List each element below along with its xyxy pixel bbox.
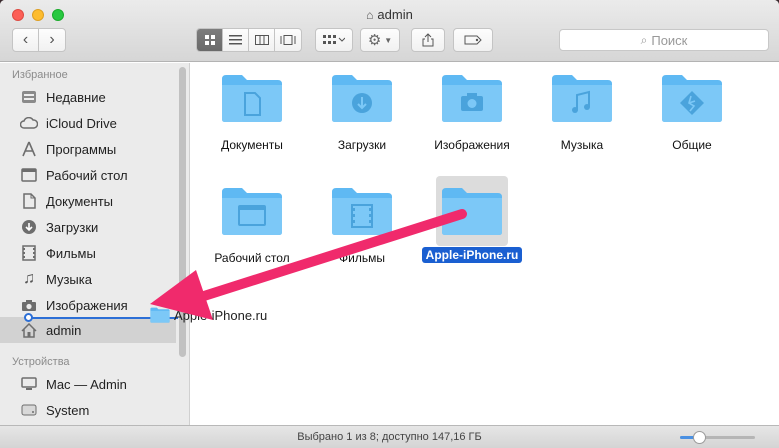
- status-text: Выбрано 1 из 8; доступно 147,16 ГБ: [297, 431, 482, 443]
- folder-label: Общие: [672, 138, 712, 152]
- documents-icon: [20, 192, 38, 210]
- folder-movies[interactable]: Фильмы: [307, 186, 417, 265]
- list-icon: [229, 35, 242, 45]
- sidebar-item-downloads[interactable]: Загрузки: [0, 214, 176, 240]
- share-icon: [422, 33, 434, 47]
- view-mode-switcher: [196, 28, 302, 52]
- folder-icon: [222, 75, 282, 122]
- action-button[interactable]: ⚙ ▼: [360, 28, 400, 52]
- devices-header: Устройства: [12, 356, 70, 368]
- sidebar-item-mac[interactable]: Mac — Admin: [0, 371, 176, 397]
- selection-highlight: [436, 176, 508, 246]
- chevron-left-icon: ‹: [22, 31, 29, 48]
- navigation-buttons: ‹ ›: [12, 28, 66, 52]
- sidebar-item-system[interactable]: System: [0, 397, 176, 423]
- music-icon: ♫: [23, 270, 35, 287]
- folder-icon: [222, 188, 282, 235]
- toolbar: ⌂ admin ‹ › ⚙ ▼ ⌕ Поиск: [0, 0, 779, 62]
- gallery-icon: [280, 35, 296, 45]
- cloud-icon: [20, 114, 38, 132]
- camera-icon: [20, 296, 38, 314]
- disk-icon: [20, 401, 38, 419]
- downloads-icon: [20, 218, 38, 236]
- finder-window: ⌂ admin ‹ › ⚙ ▼ ⌕ Поиск Избранное Недавн…: [0, 0, 779, 448]
- gallery-view-button[interactable]: [275, 29, 301, 51]
- tags-button[interactable]: [453, 28, 493, 52]
- folder-icon: [332, 75, 392, 122]
- folder-label: Загрузки: [337, 138, 387, 152]
- folder-label: Изображения: [434, 138, 510, 152]
- slider-knob[interactable]: [692, 431, 706, 444]
- window-title: ⌂ admin: [366, 7, 413, 22]
- chevron-right-icon: ›: [49, 31, 55, 48]
- desktop-icon: [20, 166, 38, 184]
- folder-label: Фильмы: [339, 251, 385, 265]
- folder-label: Музыка: [560, 138, 604, 152]
- forward-button[interactable]: ›: [39, 29, 65, 51]
- search-input[interactable]: ⌕ Поиск: [559, 29, 769, 51]
- drop-indicator-dot: [24, 313, 33, 322]
- home-icon: ⌂: [366, 8, 374, 22]
- search-placeholder: Поиск: [651, 32, 688, 48]
- folder-documents[interactable]: Документы: [197, 73, 307, 152]
- folder-label: Рабочий стол: [214, 251, 290, 265]
- gear-icon: ⚙: [367, 32, 382, 49]
- drag-label: Apple-iPhone.ru: [174, 307, 268, 323]
- folder-icon: [662, 75, 722, 122]
- share-button[interactable]: [411, 28, 445, 52]
- folder-apple-iphone[interactable]: Apple-iPhone.ru: [417, 176, 527, 263]
- folder-desktop[interactable]: Рабочий стол: [197, 186, 307, 265]
- folder-icon: [442, 188, 502, 235]
- folder-music[interactable]: Музыка: [527, 73, 637, 152]
- icon-view-button[interactable]: [197, 29, 223, 51]
- grid-icon: [204, 35, 215, 45]
- drag-preview: Apple-iPhone.ru: [150, 307, 267, 323]
- movies-icon: [20, 244, 38, 262]
- folder-downloads[interactable]: Загрузки: [307, 73, 417, 152]
- sidebar-item-desktop[interactable]: Рабочий стол: [0, 162, 176, 188]
- sidebar-item-applications[interactable]: Программы: [0, 136, 176, 162]
- folder-icon: [332, 188, 392, 235]
- chevron-down-icon: ▼: [384, 35, 393, 45]
- file-browser: Документы Загрузки Изображения Музыка Об…: [191, 63, 779, 425]
- arrange-icon: [323, 35, 345, 44]
- home-icon: [20, 321, 38, 339]
- arrange-button[interactable]: [315, 28, 353, 52]
- status-bar: Выбрано 1 из 8; доступно 147,16 ГБ: [0, 425, 779, 448]
- tag-icon: [464, 35, 482, 45]
- folder-pictures[interactable]: Изображения: [417, 73, 527, 152]
- back-button[interactable]: ‹: [13, 29, 39, 51]
- sidebar-item-documents[interactable]: Документы: [0, 188, 176, 214]
- icon-size-slider[interactable]: [680, 431, 755, 444]
- sidebar: Избранное Недавние iCloud Drive Программ…: [0, 63, 190, 425]
- applications-icon: [20, 140, 38, 158]
- folder-public[interactable]: Общие: [637, 73, 747, 152]
- folder-label: Документы: [221, 138, 283, 152]
- list-view-button[interactable]: [223, 29, 249, 51]
- search-icon: ⌕: [640, 32, 648, 47]
- sidebar-item-music[interactable]: ♫ Музыка: [0, 266, 176, 292]
- computer-icon: [20, 375, 38, 393]
- recents-icon: [20, 88, 38, 106]
- sidebar-item-recents[interactable]: Недавние: [0, 84, 176, 110]
- folder-label: Apple-iPhone.ru: [417, 247, 527, 263]
- sidebar-item-movies[interactable]: Фильмы: [0, 240, 176, 266]
- columns-icon: [254, 35, 269, 45]
- folder-icon: [442, 75, 502, 122]
- sidebar-item-icloud-drive[interactable]: iCloud Drive: [0, 110, 176, 136]
- favorites-header: Избранное: [12, 69, 68, 81]
- folder-icon: [150, 307, 170, 323]
- column-view-button[interactable]: [249, 29, 275, 51]
- folder-icon: [552, 75, 612, 122]
